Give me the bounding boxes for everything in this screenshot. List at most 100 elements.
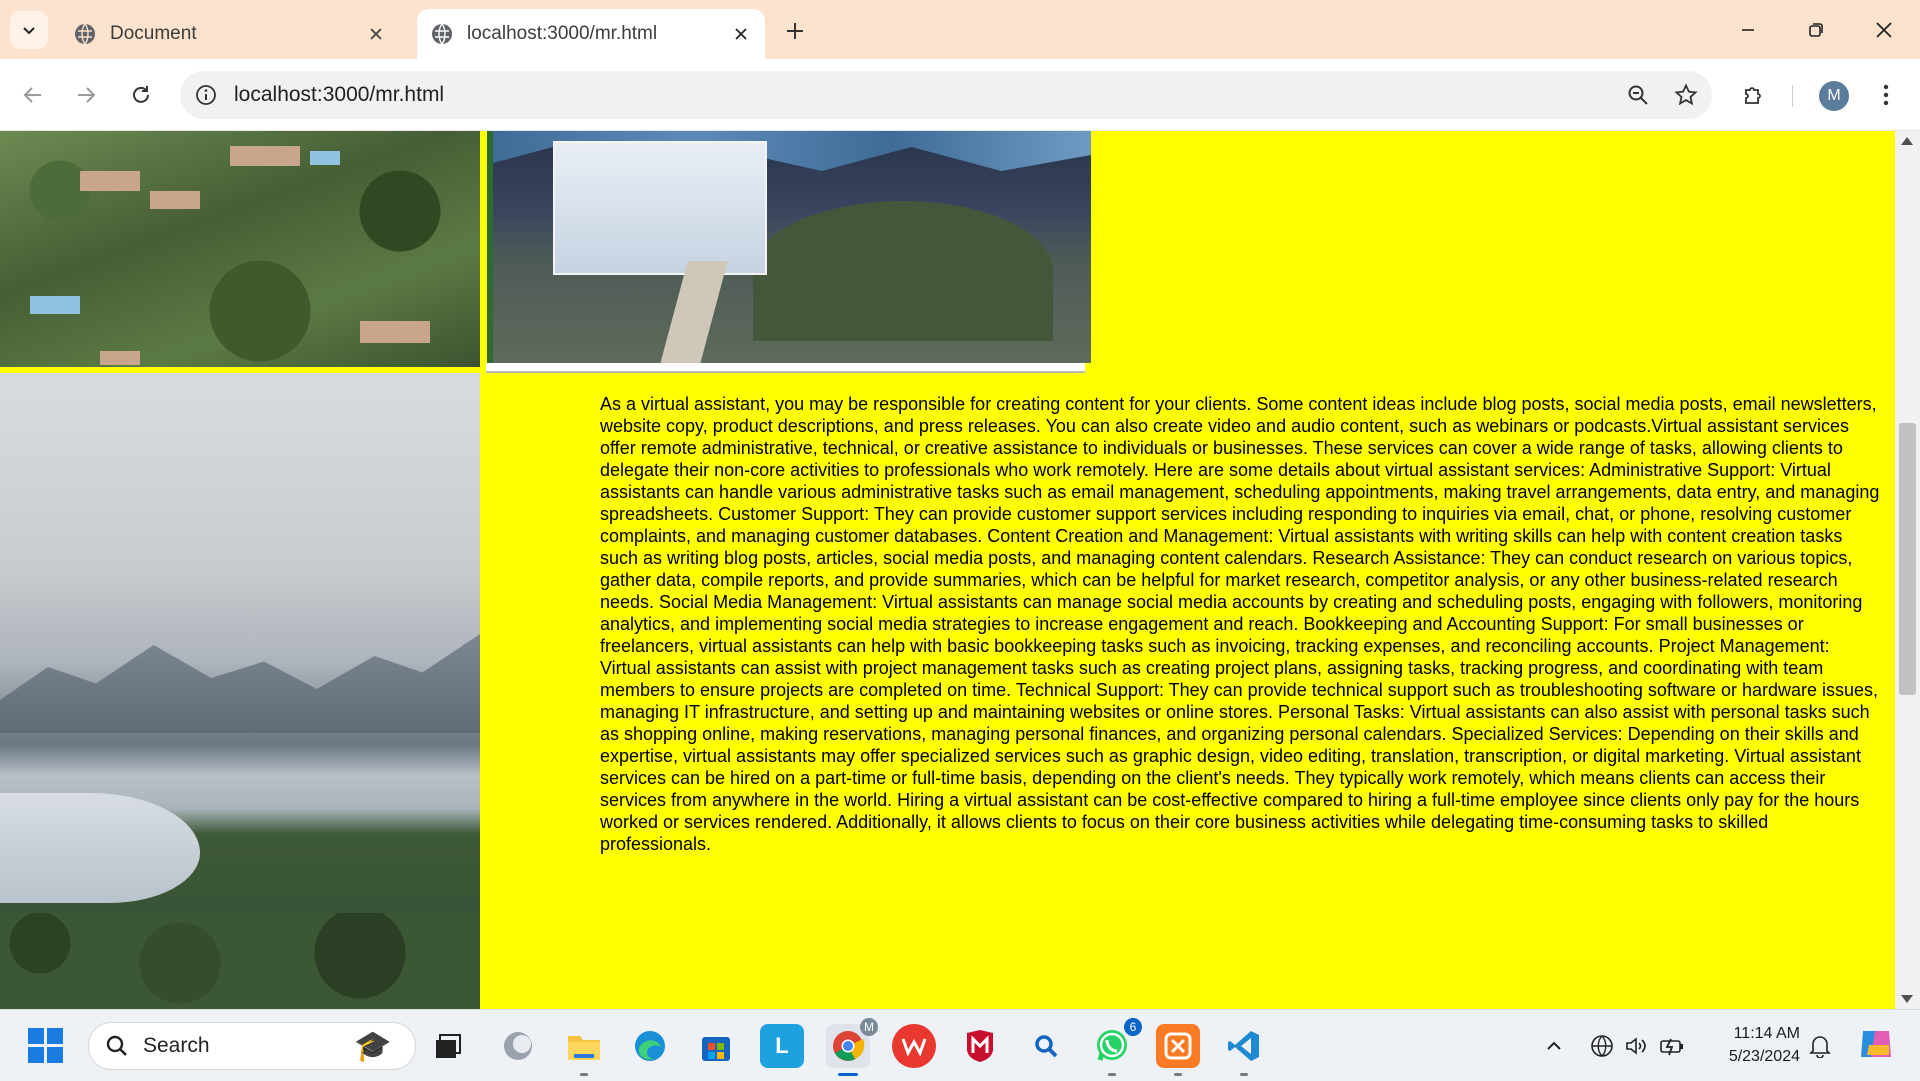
close-icon — [370, 28, 382, 40]
toolbar-divider — [1792, 85, 1793, 107]
folder-glyph — [568, 1036, 600, 1060]
graduation-cap-icon: 🎓 — [354, 1029, 392, 1063]
tab-title: localhost:3000/mr.html — [467, 23, 658, 44]
globe-icon — [432, 23, 452, 45]
clock-time: 11:14 AM — [1733, 1025, 1800, 1042]
l-app-icon[interactable]: L — [760, 1024, 804, 1068]
task-view-glyph — [436, 1034, 461, 1058]
xampp-glyph — [1164, 1032, 1192, 1060]
task-view-icon[interactable] — [426, 1024, 470, 1068]
restore-button[interactable] — [1788, 10, 1844, 50]
address-bar[interactable]: localhost:3000/mr.html — [180, 71, 1712, 119]
store-glyph — [702, 1037, 730, 1061]
search-icon — [106, 1035, 127, 1056]
l-app-glyph: L — [775, 1033, 789, 1058]
microsoft-store-icon[interactable] — [694, 1024, 738, 1068]
article-paragraph: As a virtual assistant, you may be respo… — [600, 394, 1880, 854]
search-label: Search — [143, 1034, 210, 1057]
battery-charging-icon — [1660, 1038, 1683, 1056]
bookmark-button[interactable] — [1664, 73, 1708, 117]
lake-town-landscape-photo — [0, 373, 480, 1009]
site-info-button[interactable] — [184, 73, 228, 117]
mcafee-glyph — [967, 1030, 993, 1062]
clock-date: 5/23/2024 — [1728, 1048, 1800, 1065]
tab-localhost[interactable]: localhost:3000/mr.html — [417, 9, 765, 59]
back-button[interactable] — [13, 75, 53, 115]
zoom-icon — [1628, 85, 1648, 105]
chrome-glyph — [833, 1031, 865, 1061]
url-text[interactable]: localhost:3000/mr.html — [234, 83, 1616, 107]
bell-icon — [1809, 1036, 1831, 1058]
copilot-pre-glyph — [1861, 1031, 1891, 1057]
whatsapp-icon[interactable]: 6 — [1090, 1018, 1142, 1076]
whatsapp-glyph — [1097, 1030, 1127, 1061]
extensions-button[interactable] — [1734, 75, 1774, 115]
tab-search-button[interactable] — [10, 11, 48, 49]
arrow-right-icon — [78, 87, 96, 103]
close-window-button[interactable] — [1856, 10, 1912, 50]
copilot-pre-icon[interactable] — [1856, 1026, 1896, 1062]
xampp-icon[interactable] — [1156, 1024, 1200, 1076]
edge-glyph — [635, 1031, 665, 1061]
tab-strip: Document localhost:3000/mr.html — [0, 0, 1920, 59]
reload-button[interactable] — [121, 75, 161, 115]
image-frame — [486, 363, 1085, 373]
reload-icon — [133, 86, 149, 103]
edge-icon[interactable] — [628, 1024, 672, 1068]
forward-button[interactable] — [66, 75, 106, 115]
taskbar-clock[interactable]: 11:14 AM 5/23/2024 — [1700, 1022, 1800, 1068]
puzzle-icon — [1745, 87, 1761, 104]
more-vert-icon — [1883, 84, 1889, 106]
start-button[interactable] — [28, 1028, 64, 1064]
file-explorer-icon[interactable] — [562, 1024, 606, 1076]
restore-icon — [1809, 23, 1823, 37]
scrollbar-thumb[interactable] — [1899, 423, 1916, 695]
zoom-button[interactable] — [1616, 73, 1660, 117]
copilot-icon[interactable] — [496, 1024, 540, 1068]
browser-toolbar: localhost:3000/mr.html M — [0, 59, 1920, 131]
scroll-down-arrow[interactable] — [1901, 995, 1913, 1003]
tab-document[interactable]: Document — [60, 9, 400, 59]
globe-icon — [75, 23, 95, 45]
minimize-icon — [1742, 29, 1754, 31]
arrow-left-icon — [23, 87, 41, 103]
battery-icon[interactable] — [1658, 1032, 1686, 1060]
info-icon — [196, 85, 216, 105]
close-tab-button[interactable] — [727, 20, 755, 48]
show-hidden-icons-button[interactable] — [1540, 1032, 1568, 1060]
profile-initial: M — [1827, 87, 1841, 104]
chevron-down-icon — [23, 27, 35, 35]
copilot-glyph — [504, 1032, 532, 1060]
speaker-icon — [1626, 1037, 1646, 1055]
notifications-button[interactable] — [1806, 1032, 1834, 1060]
tab-title: Document — [110, 23, 197, 44]
minimize-button[interactable] — [1720, 10, 1776, 50]
taskbar: Search 🎓 L M 6 11:14 AM 5/23/2024 — [0, 1009, 1920, 1081]
volume-icon[interactable] — [1622, 1032, 1650, 1060]
scroll-up-arrow[interactable] — [1901, 137, 1913, 145]
taskbar-search[interactable]: Search 🎓 — [88, 1022, 416, 1070]
chrome-icon[interactable]: M — [826, 1018, 878, 1076]
vscode-icon[interactable] — [1222, 1024, 1266, 1076]
campus-building-photo — [487, 131, 1091, 371]
network-icon[interactable] — [1588, 1032, 1616, 1060]
page-scrollbar[interactable] — [1895, 131, 1920, 1009]
wps-icon[interactable] — [892, 1024, 936, 1068]
chrome-profile-badge: M — [860, 1018, 878, 1036]
star-icon — [1674, 83, 1698, 106]
whatsapp-unread-badge: 6 — [1124, 1018, 1142, 1036]
mcafee-icon[interactable] — [958, 1024, 1002, 1068]
new-tab-button[interactable] — [780, 16, 810, 46]
plus-icon — [787, 23, 803, 39]
close-icon — [735, 28, 747, 40]
hillside-town-photo — [0, 131, 480, 367]
close-icon — [1876, 22, 1892, 38]
profile-avatar[interactable]: M — [1819, 81, 1849, 111]
magnifier-glyph — [1035, 1035, 1058, 1058]
wps-glyph — [901, 1038, 927, 1056]
search-app-icon[interactable] — [1024, 1024, 1068, 1068]
close-tab-button[interactable] — [362, 20, 390, 48]
page-viewport: As a virtual assistant, you may be respo… — [0, 131, 1895, 1009]
menu-button[interactable] — [1866, 75, 1906, 115]
chevron-up-icon — [1547, 1041, 1561, 1050]
